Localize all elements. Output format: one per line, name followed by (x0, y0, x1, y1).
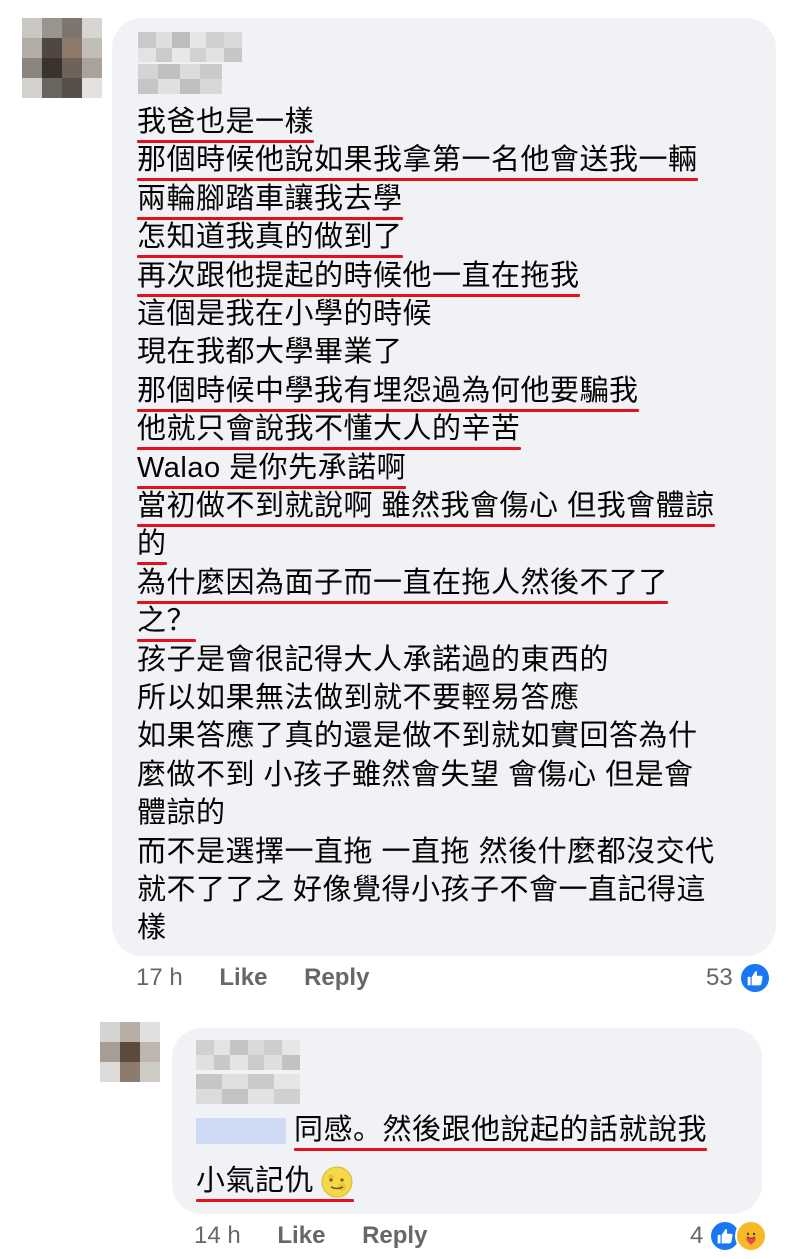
comment-text-segment: 麼做不到 小孩子雖然會失望 會傷心 但是會 (137, 759, 694, 791)
comment-text-segment: 怎知道我真的做到了 (137, 218, 403, 258)
comment-text-segment: 就不了了之 好像覺得小孩子不會一直記得這 (137, 874, 707, 906)
reply-line-2-text: 小氣記仇 (196, 1165, 315, 1197)
comment-text-segment: 的 (137, 525, 167, 565)
comment-reaction-count: 53 (706, 964, 733, 991)
comment-text-line: 就不了了之 好像覺得小孩子不會一直記得這 (137, 871, 706, 909)
comment-text-segment: 再次跟他提起的時候他一直在拖我 (137, 257, 580, 297)
comment-text-segment: 兩輪腳踏車讓我去學 (137, 180, 403, 220)
comment-text-segment: 現在我都大學畢業了 (137, 336, 403, 368)
reply-timestamp[interactable]: 14 h (194, 1222, 241, 1249)
comment-like-button[interactable]: Like (219, 964, 267, 991)
redacted-replier-name[interactable] (196, 1040, 300, 1070)
comment-text-line: 為什麼因為面子而一直在拖人然後不了了 (137, 564, 669, 604)
reply-like-button[interactable]: Like (277, 1222, 325, 1249)
comment-text-segment: 樣 (137, 912, 167, 944)
comment-text-segment: 那個時候他說如果我拿第一名他會送我一輛 (137, 141, 698, 181)
comment-reply-button[interactable]: Reply (304, 964, 369, 991)
reply-line-1-text: 同感。然後跟他說起的話就說我 (294, 1111, 708, 1151)
comment-text-segment: 當初做不到就說啊 雖然我會傷心 但我會體諒 (137, 487, 715, 527)
replier-avatar[interactable] (100, 1022, 160, 1082)
comment-text-line: 而不是選擇一直拖 一直拖 然後什麼都沒交代 (137, 833, 715, 871)
comment-text-segment: 為什麼因為面子而一直在拖人然後不了了 (137, 564, 669, 604)
comment-reactions[interactable]: 53 (706, 962, 771, 994)
comment-text-segment: 所以如果無法做到就不要輕易答應 (137, 682, 580, 714)
comment-text-line: Walao 是你先承諾啊 (137, 449, 407, 489)
comment-text-line: 所以如果無法做到就不要輕易答應 (137, 679, 580, 717)
reply-reactions[interactable]: 4 (690, 1220, 768, 1252)
comment-text-line: 的 (137, 525, 167, 565)
comment-text-segment: 那個時候中學我有埋怨過為何他要騙我 (137, 372, 639, 412)
comment-text-line: 再次跟他提起的時候他一直在拖我 (137, 257, 580, 297)
like-icon (738, 962, 771, 994)
comment-text-segment: 之？ (137, 602, 197, 642)
comment-text-line: 兩輪腳踏車讓我去學 (137, 180, 403, 220)
redacted-replier-subtitle (196, 1074, 300, 1104)
comment-text-segment: Walao 是你先承諾啊 (137, 449, 407, 489)
comment-text-line: 那個時候他說如果我拿第一名他會送我一輛 (137, 141, 698, 181)
reply-text-line-2: 小氣記仇 (196, 1162, 355, 1202)
comment-text-segment: 體諒的 (137, 797, 226, 829)
comment-text-line: 之？ (137, 602, 197, 642)
comment-text-line: 他就只會說我不懂大人的辛苦 (137, 410, 521, 450)
comment-text-segment: 這個是我在小學的時候 (137, 298, 433, 330)
comment-text-line: 這個是我在小學的時候 (137, 295, 432, 333)
comment-text-segment: 而不是選擇一直拖 一直拖 然後什麼都沒交代 (137, 836, 715, 868)
reply-reply-button[interactable]: Reply (362, 1222, 427, 1249)
reply-meta: 14 h Like Reply (194, 1222, 427, 1250)
comment-timestamp[interactable]: 17 h (136, 964, 183, 991)
comment-text-line: 麼做不到 小孩子雖然會失望 會傷心 但是會 (137, 756, 694, 794)
commenter-avatar[interactable] (22, 18, 102, 98)
tagged-name[interactable] (196, 1118, 286, 1145)
comment-text-line: 樣 (137, 909, 167, 947)
reply-text-line-1: 同感。然後跟他說起的話就說我 (196, 1111, 708, 1151)
redacted-commenter-name[interactable] (138, 32, 242, 62)
comment-text-segment: 我爸也是一樣 (137, 103, 315, 143)
comment-text-line: 孩子是會很記得大人承諾過的東西的 (137, 641, 609, 679)
comment-text-line: 我爸也是一樣 (137, 103, 315, 143)
comment-text-line: 現在我都大學畢業了 (137, 333, 403, 371)
reply-reaction-count: 4 (690, 1222, 704, 1249)
comment-text-segment: 如果答應了真的還是做不到就如實回答為什 (137, 720, 698, 752)
comment-text-segment: 他就只會說我不懂大人的辛苦 (137, 410, 521, 450)
comment-text-line: 如果答應了真的還是做不到就如實回答為什 (137, 717, 698, 755)
comment-text-line: 當初做不到就說啊 雖然我會傷心 但我會體諒 (137, 487, 715, 527)
care-icon (735, 1220, 768, 1252)
comment-meta: 17 h Like Reply (136, 964, 369, 992)
comment-text-line: 怎知道我真的做到了 (137, 218, 403, 258)
comment-text-line: 那個時候中學我有埋怨過為何他要騙我 (137, 372, 639, 412)
redacted-commenter-subtitle (138, 64, 222, 94)
comment-text-segment: 孩子是會很記得大人承諾過的東西的 (137, 644, 610, 676)
full-moon-face-emoji (321, 1166, 353, 1198)
comment-text-line: 體諒的 (137, 794, 226, 832)
